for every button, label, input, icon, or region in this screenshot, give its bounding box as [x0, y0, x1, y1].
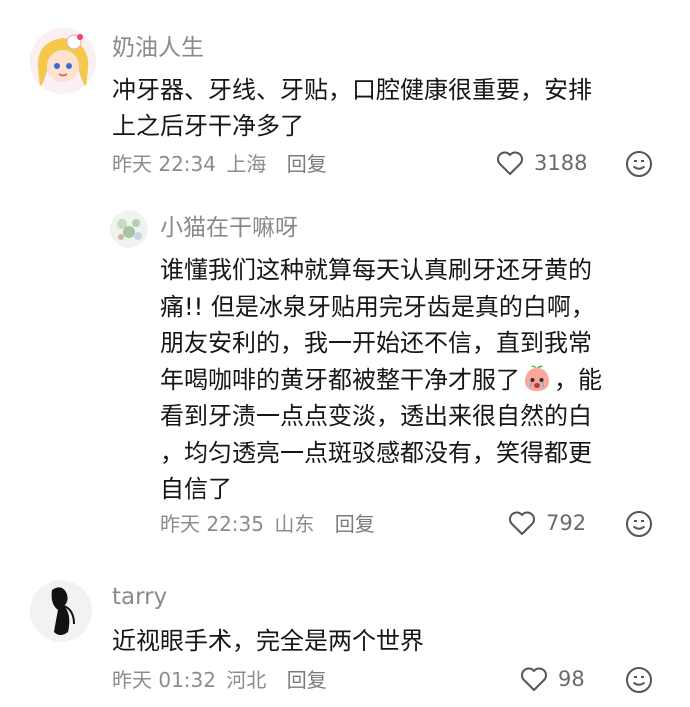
like-count: 98 [558, 667, 585, 691]
avatar[interactable] [110, 210, 148, 248]
comment-location: 河北 [226, 668, 267, 692]
crying-peach-emoji [525, 365, 549, 391]
smiley-face-icon[interactable] [625, 510, 653, 542]
comment-1: 奶油人生 冲牙器、牙线、牙贴，口腔健康很重要，安排 上之后牙干净多了 昨天 22… [0, 0, 690, 200]
comment-time: 昨天 01:32 [112, 668, 216, 692]
comment-text-line: 痛!! 但是冰泉牙贴用完牙齿是真的白啊， [160, 292, 595, 321]
comment-2: 小猫在干嘛呀 谁懂我们这种就算每天认真刷牙还牙黄的 痛!! 但是冰泉牙贴用完牙齿… [0, 200, 690, 540]
comment-location: 上海 [226, 152, 267, 176]
comment-meta: 昨天 22:35 山东 回复 [160, 510, 379, 538]
username[interactable]: 小猫在干嘛呀 [160, 213, 298, 243]
comment-time: 昨天 22:35 [160, 512, 264, 536]
like-count: 3188 [534, 151, 588, 175]
comment-text-segment: ，能 [554, 365, 602, 394]
comment-text-segment: 年喝咖啡的黄牙都被整干净才服了 [160, 365, 520, 394]
comment-text: 冲牙器、牙线、牙贴，口腔健康很重要，安排 上之后牙干净多了 [112, 72, 672, 144]
reply-button[interactable]: 回复 [287, 152, 327, 176]
reply-button[interactable]: 回复 [287, 668, 327, 692]
comment-text-line: 谁懂我们这种就算每天认真刷牙还牙黄的 [160, 256, 592, 284]
comment-text-line: 上之后牙干净多了 [112, 112, 304, 140]
comment-3: tarry 近视眼手术，完全是两个世界 昨天 01:32 河北 回复 98 [0, 560, 690, 707]
comment-text-line: 年喝咖啡的黄牙都被整干净才服了 ，能 [160, 362, 680, 399]
reply-button[interactable]: 回复 [335, 512, 375, 536]
smiley-face-icon[interactable] [625, 666, 653, 698]
comment-text-line: 看到牙渍一点点变淡，透出来很自然的白 [160, 402, 592, 430]
comment-meta: 昨天 01:32 河北 回复 [112, 666, 331, 694]
avatar[interactable] [30, 28, 96, 94]
avatar[interactable] [30, 580, 92, 642]
heart-outline-icon [497, 151, 523, 175]
heart-outline-icon [509, 511, 535, 535]
like-button[interactable]: 3188 [496, 150, 587, 176]
like-button[interactable]: 792 [508, 510, 586, 536]
comment-text: 近视眼手术，完全是两个世界 [112, 627, 424, 655]
comment-text-line: 自信了 [160, 475, 232, 503]
comment-location: 山东 [274, 512, 315, 536]
comment-meta: 昨天 22:34 上海 回复 [112, 150, 331, 178]
heart-outline-icon [521, 667, 547, 691]
like-count: 792 [546, 511, 587, 535]
comment-text-line: 冲牙器、牙线、牙贴，口腔健康很重要，安排 [112, 76, 592, 104]
like-button[interactable]: 98 [520, 666, 585, 692]
comment-text: 谁懂我们这种就算每天认真刷牙还牙黄的 痛!! 但是冰泉牙贴用完牙齿是真的白啊， … [160, 252, 680, 508]
smiley-face-icon[interactable] [625, 150, 653, 182]
comment-time: 昨天 22:34 [112, 152, 216, 176]
comment-text-line: 朋友安利的，我一开始还不信，直到我常 [160, 329, 592, 357]
username[interactable]: tarry [112, 582, 167, 612]
username[interactable]: 奶油人生 [112, 33, 204, 63]
comment-text-line: ，均匀透亮一点斑驳感都没有，笑得都更 [160, 438, 592, 467]
